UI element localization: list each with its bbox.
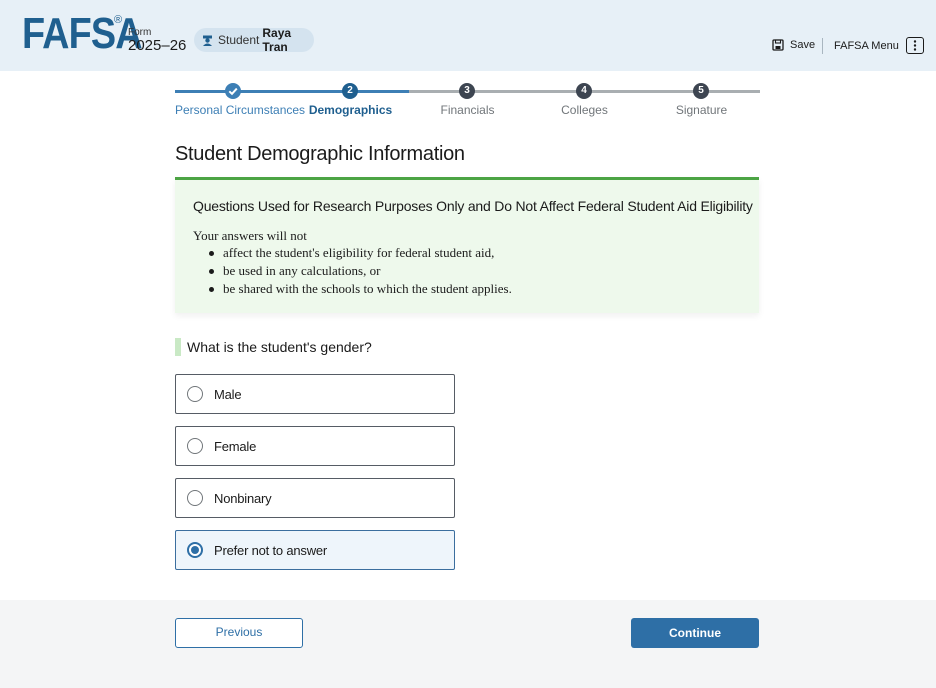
continue-button[interactable]: Continue: [631, 618, 759, 648]
checkmark-icon: [225, 83, 241, 99]
step-number: 4: [576, 83, 592, 99]
info-intro: Your answers will not: [193, 228, 307, 243]
option-label: Prefer not to answer: [214, 542, 328, 558]
step-label: Signature: [675, 103, 728, 117]
step-label: Personal Circumstances: [175, 103, 306, 117]
option-label: Female: [214, 438, 257, 454]
radio-option-male[interactable]: Male: [175, 374, 455, 414]
research-info-alert: Questions Used for Research Purposes Onl…: [175, 177, 759, 313]
step-number: 3: [459, 83, 475, 99]
radio-button[interactable]: [187, 438, 203, 454]
question-accent-bar: [175, 338, 181, 356]
more-vertical-icon: [905, 37, 924, 54]
fafsa-logo: FAFSA: [22, 9, 143, 58]
gender-question: What is the student's gender?: [175, 338, 372, 356]
radio-button[interactable]: [187, 386, 203, 402]
student-badge: Student Raya Tran: [194, 26, 314, 54]
form-year: 2025–26: [128, 37, 187, 54]
progress-stepper: Personal Circumstances 2 Demographics 3 …: [175, 82, 760, 122]
list-item: be shared with the schools to which the …: [205, 280, 512, 298]
radio-button[interactable]: [187, 490, 203, 506]
fafsa-menu-button[interactable]: FAFSA Menu: [834, 37, 924, 54]
site-header: FAFSA ® Form 2025–26 Student Raya Tran S…: [0, 0, 936, 71]
step-number: 5: [693, 83, 709, 99]
student-label: Student: [218, 33, 260, 47]
step-label: Demographics: [308, 103, 393, 117]
step-label: Colleges: [561, 103, 608, 117]
list-item: be used in any calculations, or: [205, 262, 512, 280]
radio-option-female[interactable]: Female: [175, 426, 455, 466]
option-label: Nonbinary: [214, 490, 272, 506]
step-line-complete: [175, 90, 409, 93]
student-name: Raya Tran: [262, 26, 292, 54]
radio-button-selected[interactable]: [187, 542, 203, 558]
step-label: Financials: [440, 103, 495, 117]
header-divider: [822, 38, 823, 54]
radio-option-prefer-not-to-answer[interactable]: Prefer not to answer: [175, 530, 455, 570]
save-button[interactable]: Save: [772, 39, 815, 51]
question-text: What is the student's gender?: [187, 339, 372, 355]
option-label: Male: [214, 386, 242, 402]
list-item: affect the student's eligibility for fed…: [205, 244, 512, 262]
page-title: Student Demographic Information: [175, 143, 465, 165]
step-number: 2: [342, 83, 358, 99]
radio-option-nonbinary[interactable]: Nonbinary: [175, 478, 455, 518]
info-list: affect the student's eligibility for fed…: [205, 244, 512, 298]
save-label: Save: [790, 39, 816, 51]
page-footer: Previous Continue: [0, 600, 936, 688]
menu-label: FAFSA Menu: [834, 39, 899, 52]
previous-button[interactable]: Previous: [175, 618, 303, 648]
save-icon: [772, 39, 784, 51]
info-title: Questions Used for Research Purposes Onl…: [193, 198, 753, 214]
student-icon: [202, 35, 213, 46]
registered-mark: ®: [114, 14, 123, 26]
